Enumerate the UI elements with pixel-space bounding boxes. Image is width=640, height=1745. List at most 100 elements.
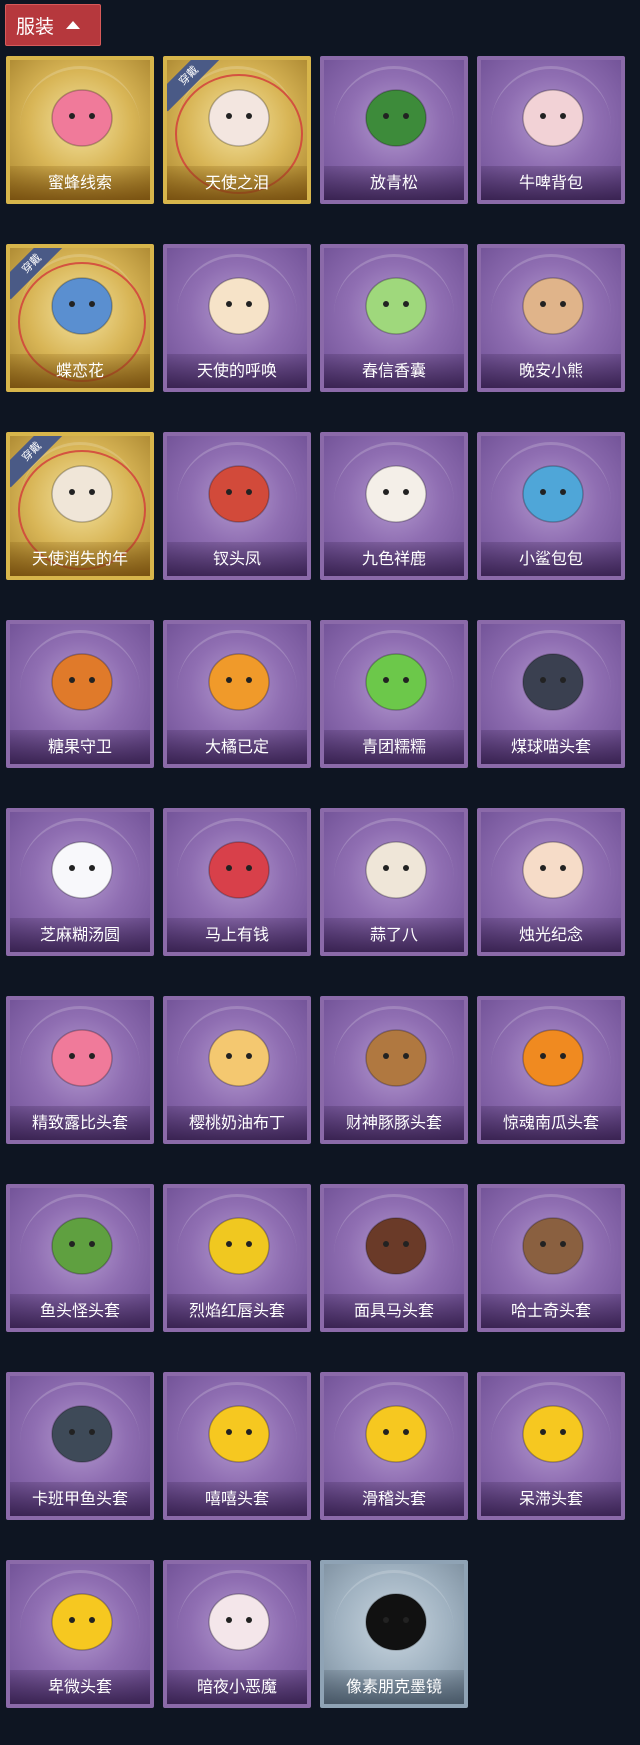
humble-emoji-icon [51,1593,113,1651]
costume-item-label: 青团糯糯 [324,730,464,764]
angel-doll-icon [208,277,270,335]
costume-item-card[interactable]: 钗头凤 [163,432,311,580]
fish-head-icon [51,1217,113,1275]
bear-charm-icon [522,277,584,335]
costume-item-label: 惊魂南瓜头套 [481,1106,621,1140]
costume-item-card[interactable]: 晚安小熊 [477,244,625,392]
costume-item-label: 天使的呼唤 [167,354,307,388]
costume-item-label: 晚安小熊 [481,354,621,388]
grin-emoji-icon [208,1405,270,1463]
costume-item-card[interactable]: 惊魂南瓜头套 [477,996,625,1144]
costume-item-card[interactable]: 樱桃奶油布丁 [163,996,311,1144]
butterfly-wreath-icon [51,277,113,335]
costume-item-card[interactable]: 煤球喵头套 [477,620,625,768]
costume-item-card[interactable]: 糖果守卫 [6,620,154,768]
devil-head-icon [208,1593,270,1651]
costume-item-label: 芝麻糊汤圆 [10,918,150,952]
costume-item-label: 哈士奇头套 [481,1294,621,1328]
pixel-sunglasses-icon [365,1593,427,1651]
costume-item-card[interactable]: 暗夜小恶魔 [163,1560,311,1708]
loopy-head-icon [51,1029,113,1087]
costume-item-label: 天使之泪 [167,166,307,200]
veiled-girl-icon [51,465,113,523]
costume-item-card[interactable]: 穿戴 天使之泪 [163,56,311,204]
costume-item-card[interactable]: 嘻嘻头套 [163,1372,311,1520]
costume-item-label: 呆滞头套 [481,1482,621,1516]
costume-item-label: 钗头凤 [167,542,307,576]
costume-item-card[interactable]: 面具马头套 [320,1184,468,1332]
costume-item-label: 大橘已定 [167,730,307,764]
deer-charm-icon [365,465,427,523]
costume-item-card[interactable]: 呆滞头套 [477,1372,625,1520]
costume-item-label: 春信香囊 [324,354,464,388]
costume-item-label: 小鲨包包 [481,542,621,576]
costume-title: 服装 [16,15,55,38]
costume-item-card[interactable]: 大橘已定 [163,620,311,768]
phoenix-crown-icon [208,465,270,523]
catfish-head-icon [51,1405,113,1463]
costume-item-card[interactable]: 牛啤背包 [477,56,625,204]
costume-toggle-button[interactable]: 服装 [5,4,101,46]
garlic-head-icon [365,841,427,899]
orange-slice-icon [208,653,270,711]
angel-wings-icon [208,89,270,147]
sachet-icon [365,277,427,335]
costume-item-label: 暗夜小恶魔 [167,1670,307,1704]
costume-item-card[interactable]: 鱼头怪头套 [6,1184,154,1332]
costume-item-label: 像素朋克墨镜 [324,1670,464,1704]
capybara-head-icon [365,1029,427,1087]
cow-beer-mug-icon [522,89,584,147]
costume-item-card[interactable]: 天使的呼唤 [163,244,311,392]
costume-item-card[interactable]: 像素朋克墨镜 [320,1560,468,1708]
costume-item-card[interactable]: 精致露比头套 [6,996,154,1144]
costume-item-label: 烈焰红唇头套 [167,1294,307,1328]
costume-item-label: 蒜了八 [324,918,464,952]
costume-item-card[interactable]: 烛光纪念 [477,808,625,956]
costume-item-label: 蜜蜂线索 [10,166,150,200]
potted-pine-icon [365,89,427,147]
costume-item-card[interactable]: 青团糯糯 [320,620,468,768]
costume-item-card[interactable]: 放青松 [320,56,468,204]
horse-mask-icon [365,1217,427,1275]
costume-item-label: 樱桃奶油布丁 [167,1106,307,1140]
yellow-mouse-head-icon [208,1217,270,1275]
costume-item-label: 马上有钱 [167,918,307,952]
costume-item-card[interactable]: 马上有钱 [163,808,311,956]
costume-item-card[interactable]: 卡班甲鱼头套 [6,1372,154,1520]
smirk-emoji-icon [365,1405,427,1463]
green-rice-ball-icon [365,653,427,711]
costume-item-label: 卑微头套 [10,1670,150,1704]
costume-item-card[interactable]: 芝麻糊汤圆 [6,808,154,956]
costume-item-card[interactable]: 蒜了八 [320,808,468,956]
stare-emoji-icon [522,1405,584,1463]
costume-item-label: 卡班甲鱼头套 [10,1482,150,1516]
costume-item-label: 嘻嘻头套 [167,1482,307,1516]
costume-item-card[interactable]: 九色祥鹿 [320,432,468,580]
costume-item-card[interactable]: 财神豚豚头套 [320,996,468,1144]
costume-grid: 蜜蜂线索 穿戴 天使之泪 放青松 牛啤背包穿戴 蝶恋花 天使的呼唤 春信香囊 晚安小熊穿戴 天使消… [6,56,626,1708]
costume-item-label: 蝶恋花 [10,354,150,388]
costume-item-label: 天使消失的年 [10,542,150,576]
costume-item-card[interactable]: 穿戴 天使消失的年 [6,432,154,580]
costume-item-card[interactable]: 烈焰红唇头套 [163,1184,311,1332]
costume-item-card[interactable]: 小鲨包包 [477,432,625,580]
costume-item-card[interactable]: 哈士奇头套 [477,1184,625,1332]
costume-item-label: 煤球喵头套 [481,730,621,764]
horse-head-icon [208,841,270,899]
costume-item-card[interactable]: 穿戴 蝶恋花 [6,244,154,392]
husky-head-icon [522,1217,584,1275]
chevron-up-icon [66,21,81,29]
pumpkin-scarecrow-icon [51,653,113,711]
costume-item-card[interactable]: 蜜蜂线索 [6,56,154,204]
costume-item-label: 九色祥鹿 [324,542,464,576]
costume-item-label: 烛光纪念 [481,918,621,952]
black-cat-head-icon [522,653,584,711]
costume-item-label: 滑稽头套 [324,1482,464,1516]
costume-item-label: 财神豚豚头套 [324,1106,464,1140]
costume-item-card[interactable]: 卑微头套 [6,1560,154,1708]
costume-item-card[interactable]: 春信香囊 [320,244,468,392]
candle-head-icon [522,841,584,899]
shark-bag-icon [522,465,584,523]
costume-item-label: 面具马头套 [324,1294,464,1328]
costume-item-card[interactable]: 滑稽头套 [320,1372,468,1520]
